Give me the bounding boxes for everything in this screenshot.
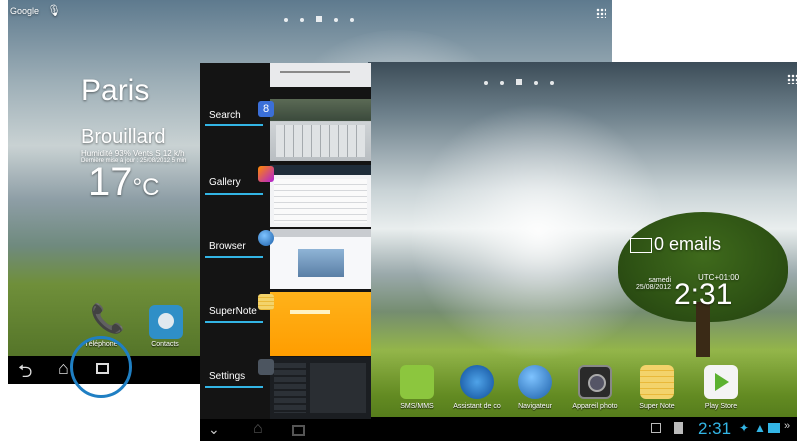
browser-app-icon	[258, 230, 274, 246]
system-bar: 2:31 ✦ ▲ »	[368, 417, 797, 441]
recent-thumbnail-search[interactable]	[270, 99, 371, 161]
wifi-icon: ✦	[739, 421, 750, 435]
recent-apps-highlight-circle	[70, 336, 132, 398]
recent-item-divider	[205, 193, 263, 195]
recent-thumbnail-browser[interactable]	[270, 229, 371, 289]
google-search-app-icon: 8	[258, 101, 274, 117]
back-icon[interactable]: ⮌	[18, 359, 32, 384]
recent-apps-icon[interactable]	[292, 425, 305, 436]
recent-item-gallery-label[interactable]: Gallery	[209, 177, 241, 188]
battery-icon	[768, 423, 780, 433]
recent-item-supernote-label[interactable]: SuperNote	[209, 306, 257, 317]
page-indicator	[278, 9, 360, 27]
recent-thumbnail-gallery[interactable]	[270, 165, 371, 227]
bluetooth-icon	[460, 365, 494, 399]
recent-item-settings-label[interactable]: Settings	[209, 371, 245, 382]
dock-app-label: Play Store	[704, 403, 738, 410]
clock-day: samedi	[648, 277, 672, 284]
email-widget[interactable]: 0 emails	[630, 234, 721, 255]
file-notification-icon[interactable]	[674, 422, 683, 434]
all-apps-icon[interactable]	[787, 74, 797, 84]
voice-search-icon[interactable]: 🎙	[47, 4, 61, 17]
phone-icon: 📞	[90, 303, 125, 334]
recents-navigation-bar: ⌄ ⌂	[200, 419, 371, 441]
dock-app-label: Super Note	[639, 403, 675, 410]
home-icon[interactable]: ⌂	[58, 358, 69, 379]
weather-details: Humidité 93% Vents S 12 k/h	[81, 149, 185, 158]
clock-date-block: samedi 25/08/2012	[636, 277, 671, 291]
tablet-home-screen-right: 0 emails samedi 25/08/2012 UTC+01:00 2:3…	[368, 62, 797, 441]
more-icon[interactable]: »	[784, 420, 790, 432]
recent-item-browser-label[interactable]: Browser	[209, 241, 246, 252]
page-indicator	[478, 72, 560, 90]
clock-time[interactable]: 2:31	[674, 278, 732, 312]
google-search-label[interactable]: Google	[10, 6, 39, 16]
play-store-icon	[704, 365, 738, 399]
dock-app-label: Appareil photo	[572, 403, 618, 410]
contacts-app-label: Contacts	[151, 341, 179, 348]
all-apps-icon[interactable]	[596, 8, 606, 18]
signal-icon: ▲	[754, 421, 766, 435]
supernote-app-icon	[258, 294, 274, 310]
browser-globe-icon	[518, 365, 552, 399]
recent-apps-panel: Search 8 Gallery Browser SuperNote Setti…	[200, 63, 371, 441]
weather-condition[interactable]: Brouillard	[81, 126, 165, 149]
weather-temperature: 17°C	[88, 160, 159, 205]
recent-item-divider	[205, 256, 263, 258]
recent-item-divider	[205, 386, 263, 388]
screenshot-notification-icon[interactable]	[651, 423, 661, 433]
recent-item-search-label[interactable]: Search	[209, 110, 241, 121]
clock-date: 25/08/2012	[636, 284, 672, 291]
temperature-unit: °C	[132, 174, 160, 201]
status-time[interactable]: 2:31	[698, 419, 731, 439]
settings-app-icon	[258, 359, 274, 375]
weather-city: Paris	[81, 74, 150, 107]
chevron-down-icon[interactable]: ⌄	[208, 421, 220, 438]
recent-thumbnail-top[interactable]	[270, 63, 371, 87]
sms-icon	[400, 365, 434, 399]
email-count: 0 emails	[654, 234, 722, 254]
contacts-icon	[149, 305, 183, 339]
supernote-icon	[640, 365, 674, 399]
phone-app[interactable]: 📞 Téléphone	[80, 300, 125, 348]
recent-item-divider	[205, 124, 263, 126]
sky-light	[408, 102, 668, 362]
recent-thumbnail-settings[interactable]	[270, 357, 371, 419]
contacts-app[interactable]: Contacts	[144, 305, 188, 348]
envelope-icon	[630, 237, 652, 253]
camera-icon	[578, 365, 612, 399]
temperature-value: 17	[88, 160, 133, 204]
home-icon[interactable]: ⌂	[253, 420, 263, 438]
recent-item-divider	[205, 321, 263, 323]
recent-thumbnail-supernote[interactable]	[270, 292, 371, 356]
keyboard-preview	[276, 125, 365, 157]
gallery-app-icon	[258, 166, 274, 182]
